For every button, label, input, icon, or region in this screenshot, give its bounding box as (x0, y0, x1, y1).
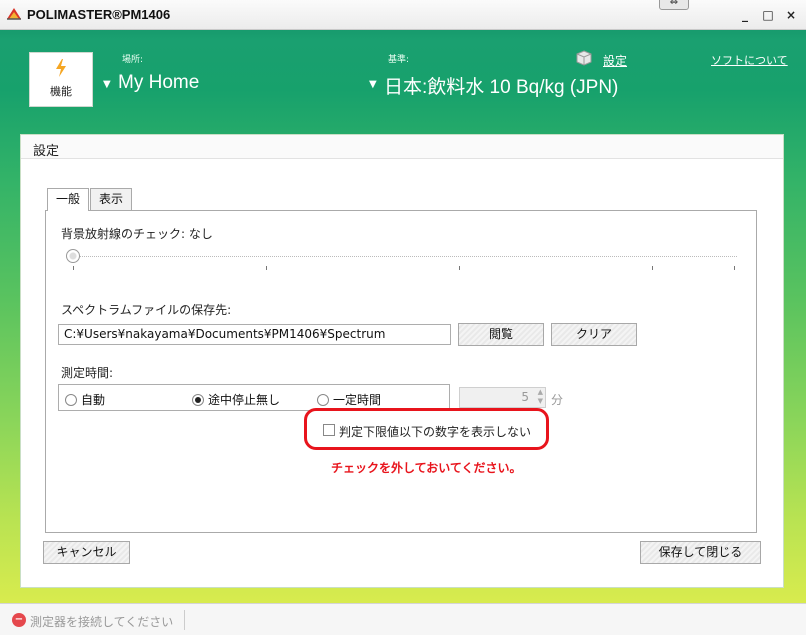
radio-dot-selected (192, 394, 204, 406)
spinner-unit: 分 (551, 393, 564, 407)
location-dropdown[interactable]: My Home (118, 72, 199, 94)
polimaster-logo-icon (7, 8, 21, 20)
minimize-button[interactable]: _ (736, 7, 754, 23)
cancel-button[interactable]: キャンセル (43, 541, 130, 564)
slider-tick (459, 266, 460, 270)
slider-tick (734, 266, 735, 270)
settings-cube-icon (576, 50, 592, 66)
radio-fixed-time[interactable]: 一定時間 (317, 391, 381, 408)
background-slider-track[interactable] (69, 256, 737, 257)
settings-panel: 設定 一般 表示 背景放射線のチェック: なし スペクトラムファイルの保存先: … (20, 134, 784, 588)
location-dropdown-caret-icon[interactable]: ▼ (103, 79, 111, 90)
save-and-close-button[interactable]: 保存して閉じる (640, 541, 761, 564)
about-software-link[interactable]: ソフトについて (711, 52, 788, 68)
function-button-label: 機能 (50, 85, 72, 98)
panel-title-bar: 設定 (21, 135, 783, 159)
radio-fixed-time-label: 一定時間 (333, 393, 382, 407)
radio-dot (65, 394, 77, 406)
background-check-label: 背景放射線のチェック: なし (61, 227, 213, 241)
status-divider (184, 610, 185, 630)
hide-below-limit-label[interactable]: 判定下限値以下の数字を表示しない (339, 423, 531, 440)
measure-time-label: 測定時間: (61, 366, 114, 380)
radio-auto[interactable]: 自動 (65, 391, 105, 408)
standard-dropdown-caret-icon[interactable]: ▼ (369, 79, 377, 90)
status-bar: − 測定器を接続してください (0, 603, 806, 635)
spectrum-path-field[interactable]: C:¥Users¥nakayama¥Documents¥PM1406¥Spect… (58, 324, 451, 345)
slider-tick (73, 266, 74, 270)
error-minus-icon: − (12, 613, 26, 627)
slider-tick (652, 266, 653, 270)
maximize-button[interactable]: □ (759, 7, 777, 23)
function-button[interactable]: 機能 (29, 52, 93, 107)
close-button[interactable]: × (782, 7, 800, 23)
fixed-time-spinner[interactable]: 5 ▲ ▼ (459, 387, 546, 408)
title-bar: POLIMASTER®PM1406 ⇔ _ □ × (0, 0, 806, 30)
slider-tick (266, 266, 267, 270)
tab-content (45, 210, 757, 533)
spinner-arrows-icon[interactable]: ▲ ▼ (538, 388, 543, 406)
spinner-value: 5 (521, 390, 529, 404)
radio-no-stop-label: 途中停止無し (208, 393, 281, 407)
spectrum-save-label: スペクトラムファイルの保存先: (61, 303, 232, 317)
settings-link[interactable]: 設定 (603, 52, 627, 69)
radio-dot (317, 394, 329, 406)
radio-auto-label: 自動 (81, 393, 106, 407)
clear-button[interactable]: クリア (551, 323, 637, 346)
hide-below-limit-checkbox[interactable] (323, 424, 335, 436)
status-message: 測定器を接続してください (30, 615, 174, 629)
radio-no-stop[interactable]: 途中停止無し (192, 391, 280, 408)
tab-general[interactable]: 一般 (47, 188, 90, 211)
background-slider-thumb[interactable] (66, 249, 80, 263)
lightning-icon (56, 59, 66, 77)
restore-window-button[interactable]: ⇔ (659, 0, 689, 10)
location-label: 場所: (122, 55, 144, 65)
panel-title: 設定 (33, 144, 60, 159)
measure-time-radio-group: 自動 途中停止無し 一定時間 (58, 384, 450, 411)
window-title: POLIMASTER®PM1406 (27, 7, 171, 22)
browse-button[interactable]: 閲覧 (458, 323, 544, 346)
standard-label: 基準: (388, 55, 410, 65)
tab-display[interactable]: 表示 (90, 188, 133, 210)
annotation-note: チェックを外しておいてください。 (331, 461, 522, 475)
standard-dropdown[interactable]: 日本:飲料水 10 Bq/kg (JPN) (384, 72, 618, 99)
